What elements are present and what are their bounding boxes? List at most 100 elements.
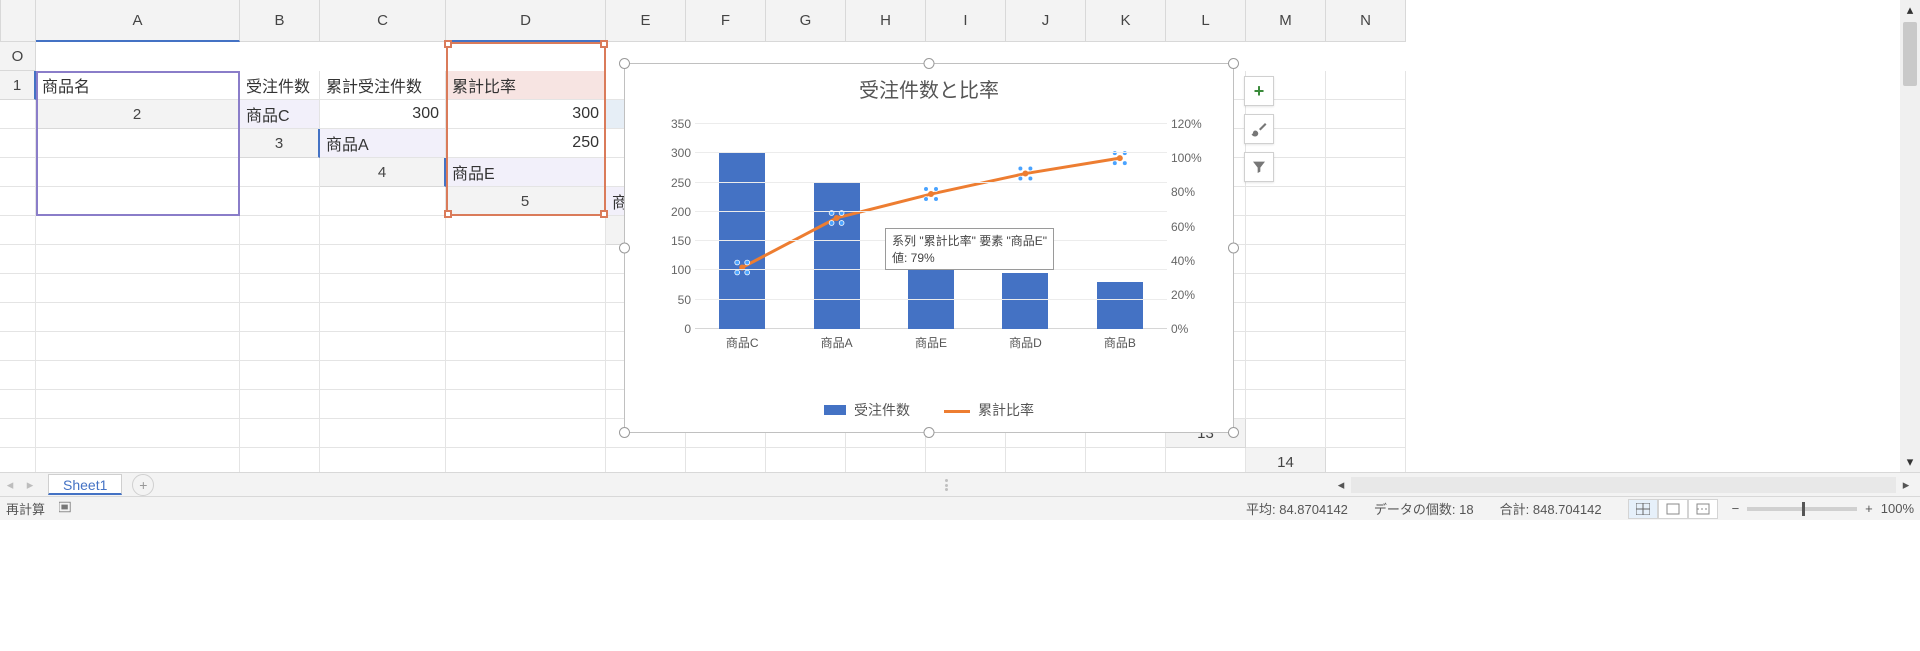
cell-N3[interactable] bbox=[36, 158, 240, 187]
cell-D12[interactable] bbox=[0, 419, 36, 448]
cell-G9[interactable] bbox=[0, 332, 36, 361]
cell-I5[interactable] bbox=[1246, 187, 1326, 216]
col-header-B[interactable]: B bbox=[240, 0, 320, 42]
row-header-4[interactable]: 4 bbox=[320, 158, 446, 187]
cell-A13[interactable] bbox=[1246, 419, 1326, 448]
cell-C12[interactable] bbox=[1326, 390, 1406, 419]
cell-K13[interactable] bbox=[846, 448, 926, 472]
cell-I6[interactable] bbox=[1326, 216, 1406, 245]
chart-elements-button[interactable]: + bbox=[1244, 76, 1274, 106]
cell-H9[interactable] bbox=[36, 332, 240, 361]
select-all-corner[interactable] bbox=[0, 0, 36, 42]
vertical-scrollbar[interactable]: ▴ ▾ bbox=[1900, 0, 1920, 472]
resize-handle[interactable] bbox=[619, 427, 630, 438]
cell-F9[interactable] bbox=[1326, 303, 1406, 332]
row-header-3[interactable]: 3 bbox=[240, 129, 320, 158]
cell-L6[interactable] bbox=[240, 245, 320, 274]
cell-E13[interactable] bbox=[240, 448, 320, 472]
zoom-slider[interactable] bbox=[1747, 507, 1857, 511]
cell-O2[interactable] bbox=[36, 129, 240, 158]
view-normal[interactable] bbox=[1628, 499, 1658, 519]
cell-L8[interactable] bbox=[446, 303, 606, 332]
row-header-1[interactable]: 1 bbox=[0, 71, 36, 100]
chart-styles-button[interactable] bbox=[1244, 114, 1274, 144]
line-point-商品C[interactable] bbox=[735, 260, 750, 275]
cell-O3[interactable] bbox=[240, 158, 320, 187]
cell-E12[interactable] bbox=[36, 419, 240, 448]
cell-D11[interactable] bbox=[1326, 361, 1406, 390]
cell-M13[interactable] bbox=[1006, 448, 1086, 472]
col-header-D[interactable]: D bbox=[446, 0, 606, 42]
cell-K9[interactable] bbox=[446, 332, 606, 361]
tab-nav-prev[interactable]: ▸ bbox=[20, 473, 40, 497]
macro-record-icon[interactable] bbox=[59, 500, 75, 517]
scroll-up-button[interactable]: ▴ bbox=[1900, 0, 1920, 20]
col-header-I[interactable]: I bbox=[926, 0, 1006, 42]
cell-L4[interactable] bbox=[0, 187, 36, 216]
category-axis[interactable]: 商品C商品A商品E商品D商品B bbox=[695, 334, 1167, 354]
scroll-thumb[interactable] bbox=[1903, 22, 1917, 86]
hscroll-track[interactable] bbox=[1351, 477, 1896, 493]
resize-handle[interactable] bbox=[619, 58, 630, 69]
cell-K5[interactable] bbox=[0, 216, 36, 245]
cell-I10[interactable] bbox=[320, 361, 446, 390]
legend-item-bar[interactable]: 受注件数 bbox=[824, 400, 910, 420]
cell-F8[interactable] bbox=[1246, 274, 1326, 303]
cell-I8[interactable] bbox=[36, 303, 240, 332]
cell-F12[interactable] bbox=[240, 419, 320, 448]
hscroll-right[interactable]: ▸ bbox=[1896, 475, 1916, 495]
horizontal-scrollbar[interactable]: ◂ ▸ bbox=[1331, 475, 1916, 495]
cell-I11[interactable] bbox=[446, 390, 606, 419]
cell-G13[interactable] bbox=[446, 448, 606, 472]
cell-A14[interactable] bbox=[1326, 448, 1406, 472]
col-header-K[interactable]: K bbox=[1086, 0, 1166, 42]
cell-K8[interactable] bbox=[320, 303, 446, 332]
cell-N4[interactable] bbox=[240, 187, 320, 216]
col-header-A[interactable]: A bbox=[36, 0, 240, 42]
cell-F10[interactable] bbox=[0, 361, 36, 390]
resize-handle[interactable] bbox=[1228, 427, 1239, 438]
cell-C2[interactable]: 300 bbox=[446, 100, 606, 129]
cell-N6[interactable] bbox=[446, 245, 606, 274]
cell-G8[interactable] bbox=[1326, 274, 1406, 303]
cell-D1[interactable]: 累計比率 bbox=[446, 71, 606, 100]
scroll-down-button[interactable]: ▾ bbox=[1900, 452, 1920, 472]
col-header-M[interactable]: M bbox=[1246, 0, 1326, 42]
secondary-y-axis[interactable]: 0%20%40%60%80%100%120% bbox=[1171, 124, 1211, 329]
tab-nav-first[interactable]: ◂ bbox=[0, 473, 20, 497]
cell-E10[interactable] bbox=[1326, 332, 1406, 361]
cell-N1[interactable] bbox=[1326, 71, 1406, 100]
cell-L7[interactable] bbox=[320, 274, 446, 303]
resize-handle[interactable] bbox=[924, 427, 935, 438]
zoom-in[interactable]: + bbox=[1865, 501, 1873, 516]
cell-G11[interactable] bbox=[240, 390, 320, 419]
col-header-J[interactable]: J bbox=[1006, 0, 1086, 42]
cell-L3[interactable] bbox=[1326, 129, 1406, 158]
cell-F13[interactable] bbox=[320, 448, 446, 472]
cell-I13[interactable] bbox=[686, 448, 766, 472]
cell-C11[interactable] bbox=[1246, 361, 1326, 390]
col-header-O[interactable]: O bbox=[0, 42, 36, 71]
cell-A4[interactable]: 商品E bbox=[446, 158, 606, 187]
cell-G12[interactable] bbox=[320, 419, 446, 448]
cell-M4[interactable] bbox=[36, 187, 240, 216]
cell-C1[interactable]: 累計受注件数 bbox=[320, 71, 446, 100]
resize-handle[interactable] bbox=[1228, 243, 1239, 254]
cell-H7[interactable] bbox=[1326, 245, 1406, 274]
row-header-5[interactable]: 5 bbox=[446, 187, 606, 216]
primary-y-axis[interactable]: 050100150200250300350 bbox=[651, 124, 691, 329]
col-header-N[interactable]: N bbox=[1326, 0, 1406, 42]
chart-title[interactable]: 受注件数と比率 bbox=[625, 74, 1233, 103]
scroll-track[interactable] bbox=[1900, 20, 1920, 452]
cell-G10[interactable] bbox=[36, 361, 240, 390]
zoom-control[interactable]: − + 100% bbox=[1732, 501, 1914, 516]
cell-J10[interactable] bbox=[446, 361, 606, 390]
chart-filters-button[interactable] bbox=[1244, 152, 1274, 182]
cell-A3[interactable]: 商品A bbox=[320, 129, 446, 158]
cell-M6[interactable] bbox=[320, 245, 446, 274]
cell-G7[interactable] bbox=[1246, 245, 1326, 274]
cell-H12[interactable] bbox=[446, 419, 606, 448]
cell-K4[interactable] bbox=[1326, 158, 1406, 187]
legend-item-line[interactable]: 累計比率 bbox=[944, 400, 1034, 420]
cell-M7[interactable] bbox=[446, 274, 606, 303]
